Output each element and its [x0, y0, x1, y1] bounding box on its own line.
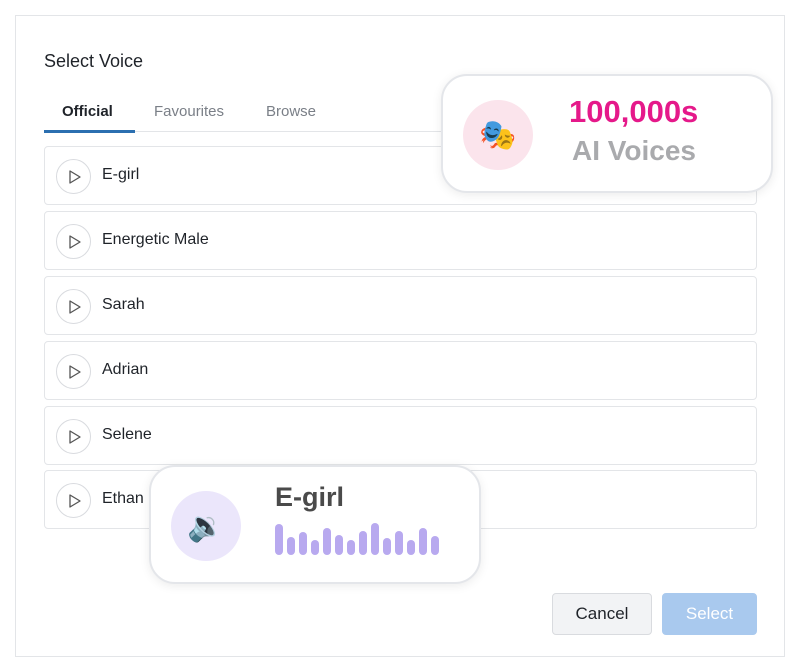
- audio-waveform: [275, 523, 439, 555]
- now-playing-card: 🔉 E-girl: [149, 465, 481, 584]
- select-button[interactable]: Select: [662, 593, 757, 635]
- voice-name: Ethan: [102, 490, 144, 507]
- dialog-title: Select Voice: [44, 51, 144, 71]
- play-icon: [69, 365, 81, 379]
- play-icon: [69, 494, 81, 508]
- voice-name: Sarah: [102, 296, 145, 313]
- tab-favourites[interactable]: Favourites: [154, 103, 224, 120]
- play-button[interactable]: [56, 483, 91, 518]
- voices-count-label: AI Voices: [572, 135, 696, 166]
- play-button[interactable]: [56, 224, 91, 259]
- play-icon: [69, 300, 81, 314]
- tab-official[interactable]: Official: [62, 103, 113, 120]
- voice-name: Adrian: [102, 361, 149, 378]
- play-icon: [69, 235, 81, 249]
- voice-name: E-girl: [102, 166, 140, 183]
- play-icon: [69, 170, 81, 184]
- play-button[interactable]: [56, 159, 91, 194]
- tab-browse[interactable]: Browse: [266, 103, 316, 120]
- voice-row-energetic-male[interactable]: Energetic Male: [44, 211, 757, 270]
- voices-count: 100,000s: [569, 94, 699, 129]
- active-tab-indicator: [44, 130, 135, 133]
- voice-name: Selene: [102, 426, 152, 443]
- ai-voices-promo-card: 🎭 100,000s AI Voices: [441, 74, 773, 193]
- speaker-icon: 🔉: [171, 491, 241, 561]
- theater-masks-icon: 🎭: [463, 100, 533, 170]
- voice-row-selene[interactable]: Selene: [44, 406, 757, 465]
- voice-name: Energetic Male: [102, 231, 209, 248]
- voice-row-adrian[interactable]: Adrian: [44, 341, 757, 400]
- cancel-button[interactable]: Cancel: [552, 593, 652, 635]
- now-playing-voice-name: E-girl: [275, 482, 345, 512]
- play-button[interactable]: [56, 289, 91, 324]
- voice-row-sarah[interactable]: Sarah: [44, 276, 757, 335]
- play-icon: [69, 430, 81, 444]
- play-button[interactable]: [56, 354, 91, 389]
- play-button[interactable]: [56, 419, 91, 454]
